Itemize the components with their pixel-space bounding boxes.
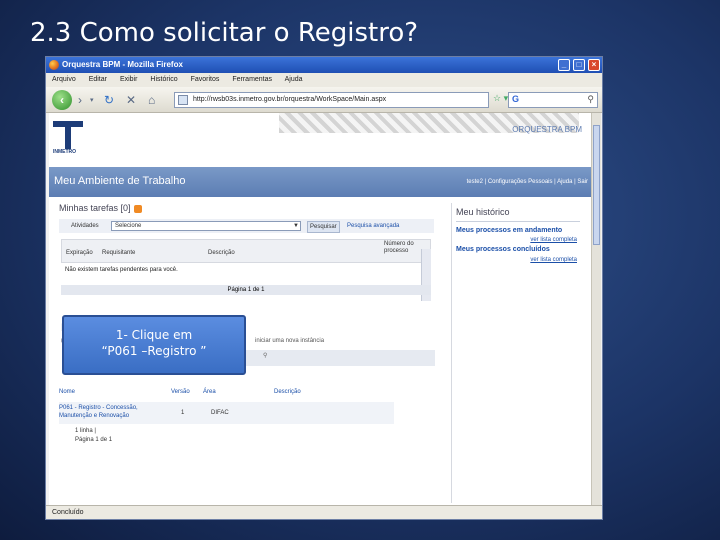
url-text: http://rwsb03s.inmetro.gov.br/orquestra/…: [193, 96, 387, 103]
home-icon[interactable]: ⌂: [148, 93, 155, 107]
process-paging: Página 1 de 1: [75, 437, 113, 443]
process-version: 1: [181, 410, 185, 416]
window-titlebar: Orquestra BPM - Mozilla Firefox _ □ ×: [46, 57, 602, 73]
page-content: INMETRO ORQUESTRA BPM Meu Ambiente de Tr…: [49, 113, 592, 505]
navigation-toolbar: ‹ › ▾ ↻ ✕ ⌂ http://rwsb03s.inmetro.gov.b…: [46, 87, 602, 113]
col-area[interactable]: Área: [203, 389, 216, 395]
col-descricao[interactable]: Descrição: [208, 250, 235, 256]
page-scrollbar[interactable]: [591, 113, 601, 505]
tasks-title: Minhas tarefas [0]: [59, 203, 439, 213]
callout-line2: “P061 –Registro ”: [101, 344, 207, 358]
col-expiracao[interactable]: Expiração: [66, 250, 93, 256]
chevron-down-icon: ▼: [293, 223, 299, 229]
brand-name: ORQUESTRA BPM: [512, 125, 582, 134]
col-numero[interactable]: Número do processo: [384, 241, 414, 255]
see-all-completed-link[interactable]: ver lista completa: [530, 257, 577, 263]
menu-bar: Arquivo Editar Exibir Histórico Favorito…: [46, 73, 602, 87]
back-arrow-icon[interactable]: ‹: [52, 90, 72, 110]
tasks-table-header: Expiração Requisitante Descrição Número …: [61, 239, 431, 263]
workspace-header: Meu Ambiente de Trabalho teste2 | Config…: [49, 167, 592, 197]
col-requisitante[interactable]: Requisitante: [102, 250, 135, 256]
history-title: Meu histórico: [456, 207, 510, 217]
close-icon[interactable]: ×: [588, 59, 600, 71]
maximize-icon[interactable]: □: [573, 59, 585, 71]
forward-arrow-icon[interactable]: ›: [78, 93, 82, 107]
web-search-input[interactable]: G ⚲: [508, 92, 598, 108]
user-links[interactable]: teste2 | Configurações Pessoais | Ajuda …: [467, 179, 588, 185]
rss-bookmark-icon[interactable]: ☆ ▾: [493, 93, 508, 104]
google-icon: G: [512, 94, 520, 104]
menu-favoritos[interactable]: Favoritos: [191, 76, 220, 83]
firefox-icon: [49, 60, 59, 70]
status-bar: Concluído: [46, 505, 602, 519]
search-icon[interactable]: ⚲: [263, 352, 267, 359]
menu-exibir[interactable]: Exibir: [120, 76, 138, 83]
callout-line1: 1- Clique em: [115, 328, 193, 342]
search-icon[interactable]: ⚲: [587, 94, 594, 105]
reload-icon[interactable]: ↻: [104, 93, 114, 107]
see-all-in-progress-link[interactable]: ver lista completa: [530, 237, 577, 243]
history-in-progress[interactable]: Meus processos em andamento: [456, 227, 562, 234]
page-title: Meu Ambiente de Trabalho: [54, 175, 186, 187]
col-descricao-proc[interactable]: Descrição: [274, 389, 301, 395]
table-row[interactable]: P061 - Registro - Concessão, Manutenção …: [59, 402, 394, 424]
menu-ajuda[interactable]: Ajuda: [285, 76, 303, 83]
activities-select[interactable]: Selecione ▼: [111, 221, 301, 231]
inmetro-logo: INMETRO: [53, 121, 83, 157]
logo-text: INMETRO: [53, 149, 77, 155]
filter-label: Atividades: [71, 223, 99, 229]
tasks-paging: Página 1 de 1: [61, 285, 431, 295]
start-desc-rest: iniciar uma nova instância: [255, 338, 325, 344]
tasks-filter-row: Atividades Selecione ▼ Pesquisar Pesquisa…: [59, 219, 434, 233]
url-bar[interactable]: http://rwsb03s.inmetro.gov.br/orquestra/…: [174, 92, 489, 108]
menu-ferramentas[interactable]: Ferramentas: [232, 76, 272, 83]
menu-editar[interactable]: Editar: [89, 76, 107, 83]
advanced-search-link[interactable]: Pesquisa avançada: [347, 219, 399, 233]
minimize-icon[interactable]: _: [558, 59, 570, 71]
window-title: Orquestra BPM - Mozilla Firefox: [62, 60, 183, 69]
stop-icon[interactable]: ✕: [126, 93, 136, 107]
rss-icon[interactable]: [133, 204, 142, 213]
search-button[interactable]: Pesquisar: [307, 221, 340, 233]
col-versao[interactable]: Versão: [171, 389, 190, 395]
menu-historico[interactable]: Histórico: [150, 76, 177, 83]
instruction-callout: 1- Clique em “P061 –Registro ”: [62, 315, 246, 375]
tasks-empty-message: Não existem tarefas pendentes para você.: [65, 267, 178, 273]
site-banner: INMETRO ORQUESTRA BPM: [49, 113, 592, 167]
row-count: 1 linha |: [75, 428, 96, 434]
slide-title: 2.3 Como solicitar o Registro?: [30, 18, 419, 48]
menu-arquivo[interactable]: Arquivo: [52, 76, 76, 83]
site-favicon-icon: [178, 95, 188, 105]
process-table-header: Nome Versão Área Descrição: [59, 388, 379, 400]
history-dropdown-icon[interactable]: ▾: [90, 96, 94, 104]
process-area: DIFAC: [211, 410, 229, 416]
browser-window: Orquestra BPM - Mozilla Firefox _ □ × Ar…: [45, 56, 603, 520]
history-completed[interactable]: Meus processos concluídos: [456, 246, 550, 253]
history-panel: Meu histórico Meus processos em andament…: [451, 203, 583, 503]
process-link-p061[interactable]: P061 - Registro - Concessão, Manutenção …: [59, 404, 159, 420]
